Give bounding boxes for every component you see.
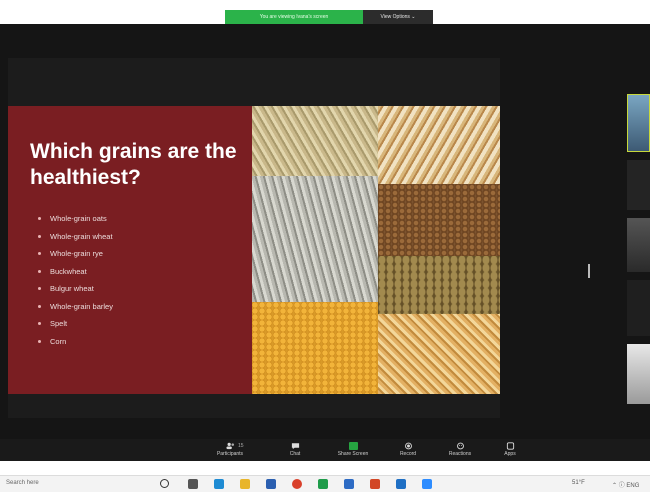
chat-button[interactable]: Chat bbox=[270, 439, 320, 461]
taskbar-search[interactable]: Search here bbox=[6, 480, 39, 486]
participants-button[interactable]: Participants 15 bbox=[205, 439, 255, 461]
oats-photo bbox=[252, 106, 378, 176]
meeting-toolbar: Participants 15 Chat Share Screen Record… bbox=[0, 439, 650, 461]
list-item: Spelt bbox=[38, 315, 113, 333]
powerpoint-icon[interactable] bbox=[370, 479, 380, 489]
participant-video-tile[interactable] bbox=[627, 344, 650, 404]
grain-photo-collage bbox=[252, 106, 500, 394]
participant-video-tile[interactable] bbox=[627, 94, 650, 152]
slide-top-band bbox=[8, 58, 500, 106]
grain-list: Whole-grain oats Whole-grain wheat Whole… bbox=[38, 210, 113, 350]
outlook-icon[interactable] bbox=[396, 479, 406, 489]
screen-share-banner: You are viewing Ivana's screen View Opti… bbox=[225, 10, 433, 24]
participants-label: Participants bbox=[216, 451, 244, 457]
resize-handle[interactable] bbox=[588, 264, 590, 278]
share-screen-icon bbox=[348, 442, 358, 450]
reactions-button[interactable]: Reactions bbox=[435, 439, 485, 461]
list-item: Buckwheat bbox=[38, 263, 113, 281]
store-icon[interactable] bbox=[266, 479, 276, 489]
participant-video-tile[interactable] bbox=[627, 218, 650, 272]
participants-count: 15 bbox=[238, 443, 244, 449]
slide-text-panel: Which grains are the healthiest? Whole-g… bbox=[8, 106, 252, 394]
buckwheat-photo bbox=[378, 184, 500, 256]
edge-icon[interactable] bbox=[214, 479, 224, 489]
share-screen-button[interactable]: Share Screen bbox=[328, 439, 378, 461]
corn-photo bbox=[252, 302, 378, 394]
zoom-icon[interactable] bbox=[422, 479, 432, 489]
shared-screen: Which grains are the healthiest? Whole-g… bbox=[8, 58, 500, 418]
word-icon[interactable] bbox=[344, 479, 354, 489]
participants-icon bbox=[225, 442, 234, 450]
list-item: Corn bbox=[38, 333, 113, 351]
list-item: Bulgur wheat bbox=[38, 280, 113, 298]
list-item: Whole-grain rye bbox=[38, 245, 113, 263]
share-screen-label: Share Screen bbox=[337, 451, 369, 457]
wheat-photo bbox=[378, 106, 500, 184]
chrome-icon[interactable] bbox=[292, 479, 302, 489]
barley-photo bbox=[378, 256, 500, 314]
participant-video-tile[interactable] bbox=[627, 280, 650, 336]
system-tray[interactable]: ⌃ ⓘ ENG bbox=[612, 480, 639, 489]
weather-widget[interactable]: 51°F bbox=[572, 480, 585, 486]
participant-video-tile[interactable] bbox=[627, 160, 650, 210]
list-item: Whole-grain oats bbox=[38, 210, 113, 228]
slide-bottom-band bbox=[8, 394, 500, 418]
slide-title: Which grains are the healthiest? bbox=[30, 140, 237, 189]
meeting-window: Which grains are the healthiest? Whole-g… bbox=[0, 24, 650, 461]
spelt-photo bbox=[378, 314, 500, 394]
record-icon bbox=[404, 442, 412, 450]
list-item: Whole-grain wheat bbox=[38, 228, 113, 246]
view-options-button[interactable]: View Options ⌄ bbox=[363, 10, 433, 24]
viewing-screen-message: You are viewing Ivana's screen bbox=[225, 10, 363, 24]
windows-taskbar: Search here 51°F ⌃ ⓘ ENG bbox=[0, 475, 650, 492]
apps-label: Apps bbox=[504, 451, 516, 457]
task-view-icon[interactable] bbox=[188, 479, 198, 489]
participant-gallery bbox=[627, 94, 650, 430]
list-item: Whole-grain barley bbox=[38, 298, 113, 316]
record-label: Record bbox=[399, 451, 417, 457]
chat-label: Chat bbox=[289, 451, 301, 457]
apps-icon bbox=[506, 442, 514, 450]
cortana-icon[interactable] bbox=[160, 479, 169, 488]
reactions-label: Reactions bbox=[448, 451, 472, 457]
rye-photo bbox=[252, 176, 378, 302]
chat-icon bbox=[291, 443, 299, 450]
apps-button[interactable]: Apps bbox=[485, 439, 535, 461]
teams-icon[interactable] bbox=[318, 479, 328, 489]
reactions-icon bbox=[456, 442, 464, 450]
record-button[interactable]: Record bbox=[383, 439, 433, 461]
file-explorer-icon[interactable] bbox=[240, 479, 250, 489]
